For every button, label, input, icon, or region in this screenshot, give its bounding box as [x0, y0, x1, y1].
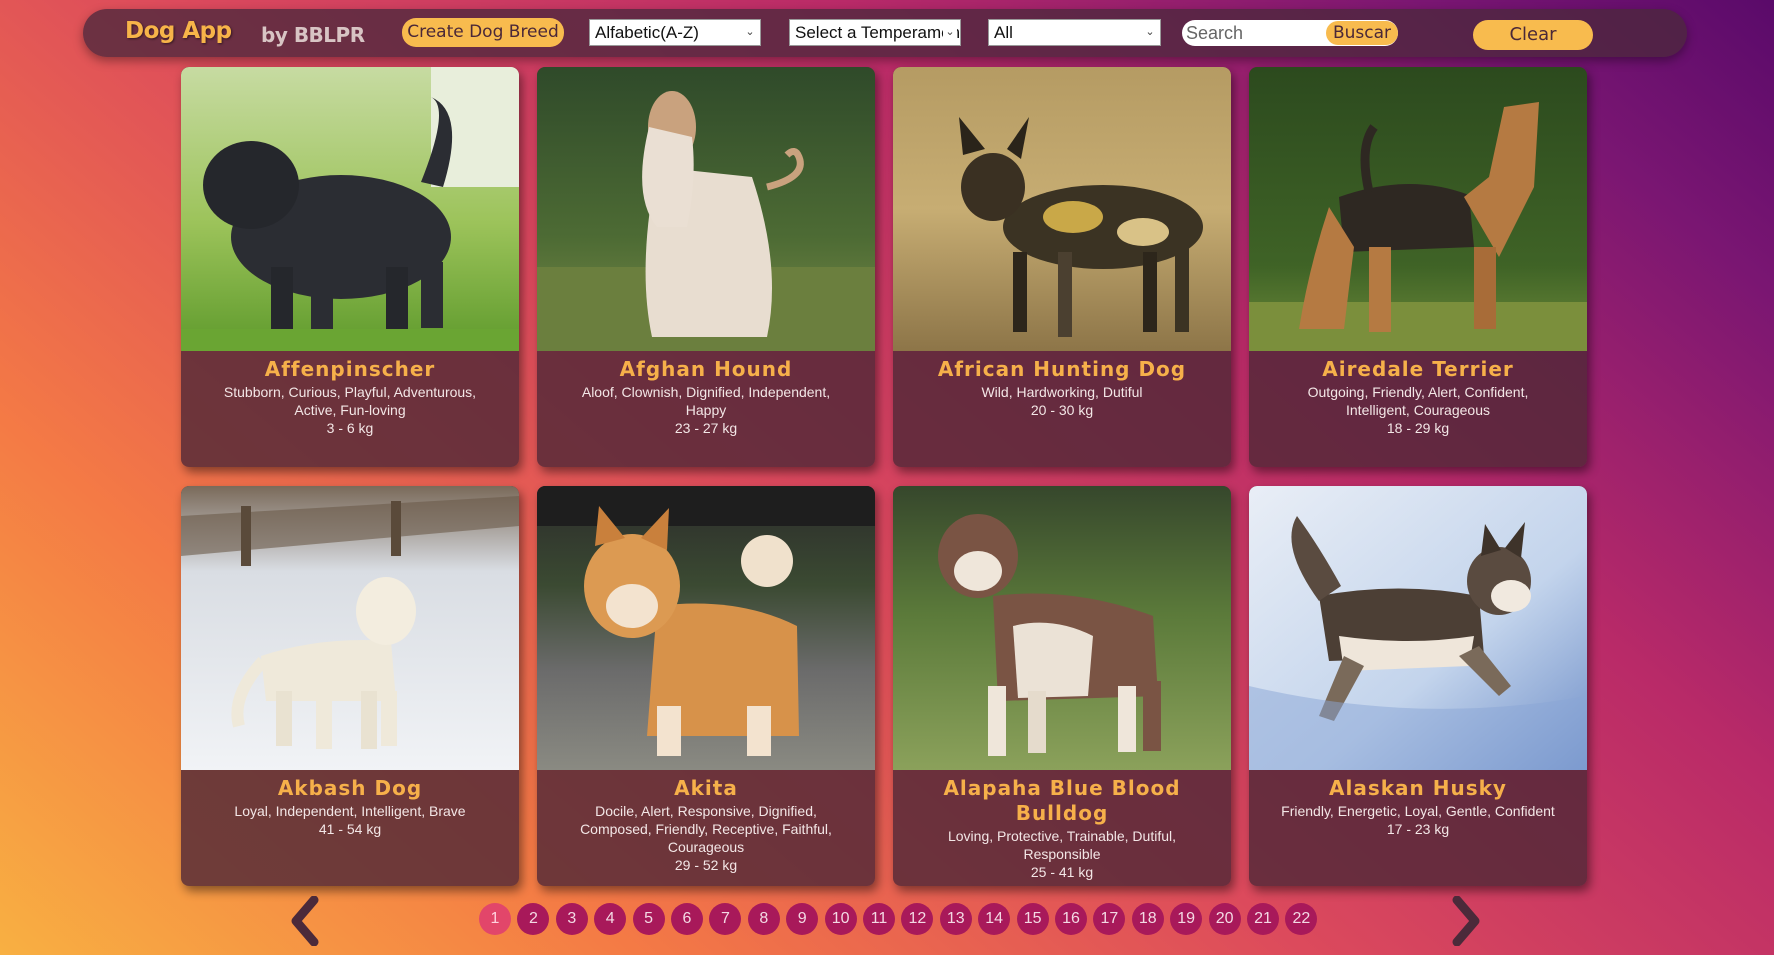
page-button[interactable]: 3	[555, 903, 588, 935]
page-button[interactable]: 2	[517, 903, 550, 935]
dog-temperament: Stubborn, Curious, Playful, Adventurous,…	[223, 384, 477, 418]
chevron-left-icon[interactable]	[284, 895, 324, 947]
dog-temperament: Docile, Alert, Responsive, Dignified, Co…	[580, 803, 832, 855]
order-select[interactable]: Alfabetic(A-Z) ⌄	[589, 19, 761, 46]
page-button[interactable]: 10	[824, 903, 857, 935]
page-button[interactable]: 21	[1247, 903, 1279, 935]
chevron-down-icon: ⌄	[743, 20, 757, 45]
page-button[interactable]: 18	[1131, 903, 1164, 935]
dog-name: Alaskan Husky	[1329, 776, 1507, 800]
page-button[interactable]: 22	[1285, 903, 1318, 935]
page-button[interactable]: 15	[1016, 903, 1049, 935]
dog-weight: 17 - 23 kg	[1386, 821, 1450, 837]
page-button[interactable]: 9	[786, 903, 819, 935]
search-bar: Buscar	[1182, 20, 1398, 46]
dog-card[interactable]: Alapaha Blue Blood Bulldog Loving, Prote…	[893, 486, 1231, 886]
dog-temperament: Wild, Hardworking, Dutiful	[981, 384, 1143, 400]
dog-photo	[893, 486, 1231, 770]
search-input[interactable]	[1186, 20, 1326, 46]
author-byline: by BBLPR	[261, 23, 365, 47]
temperament-select-value: Select a Temperament	[795, 23, 961, 42]
page-button[interactable]: 8	[747, 903, 780, 935]
dog-name: Airedale Terrier	[1322, 357, 1514, 381]
page-button[interactable]: 20	[1208, 903, 1241, 935]
dog-temperament: Outgoing, Friendly, Alert, Confident, In…	[1307, 384, 1529, 418]
dog-name: Alapaha Blue Blood Bulldog	[943, 776, 1181, 825]
chevron-down-icon: ⌄	[943, 20, 957, 45]
navbar: Dog App by BBLPR Create Dog Breed Alfabe…	[83, 9, 1687, 57]
dog-card[interactable]: Akita Docile, Alert, Responsive, Dignifi…	[537, 486, 875, 886]
dog-weight: 41 - 54 kg	[318, 821, 382, 837]
page-button[interactable]: 14	[978, 903, 1011, 935]
page-button[interactable]: 16	[1055, 903, 1087, 935]
app-logo[interactable]: Dog App	[125, 18, 232, 44]
dog-card[interactable]: Afghan Hound Aloof, Clownish, Dignified,…	[537, 67, 875, 467]
search-button[interactable]: Buscar	[1326, 21, 1398, 45]
dog-photo	[537, 67, 875, 351]
dog-weight: 23 - 27 kg	[674, 420, 738, 436]
dog-temperament: Friendly, Energetic, Loyal, Gentle, Conf…	[1281, 803, 1555, 819]
dog-temperament: Loving, Protective, Trainable, Dutiful, …	[947, 828, 1176, 862]
order-select-value: Alfabetic(A-Z)	[595, 23, 699, 42]
dog-name: Afghan Hound	[619, 357, 793, 381]
page-button[interactable]: 6	[671, 903, 703, 935]
page-button[interactable]: 12	[901, 903, 934, 935]
dog-card[interactable]: Affenpinscher Stubborn, Curious, Playful…	[181, 67, 519, 467]
page-button[interactable]: 4	[594, 903, 627, 935]
dog-temperament: Aloof, Clownish, Dignified, Independent,…	[581, 384, 831, 418]
dog-name: Akbash Dog	[277, 776, 423, 800]
dog-photo	[893, 67, 1231, 351]
dog-photo	[181, 67, 519, 351]
page-button[interactable]: 17	[1093, 903, 1126, 935]
source-select[interactable]: All ⌄	[988, 19, 1161, 46]
page-button[interactable]: 11	[863, 903, 895, 935]
dog-name: Affenpinscher	[264, 357, 436, 381]
create-dog-breed-button[interactable]: Create Dog Breed	[402, 18, 564, 47]
dog-photo	[1249, 486, 1587, 770]
dog-photo	[537, 486, 875, 770]
dog-card[interactable]: Akbash Dog Loyal, Independent, Intellige…	[181, 486, 519, 886]
chevron-down-icon: ⌄	[1143, 20, 1157, 45]
source-select-value: All	[994, 23, 1013, 42]
dog-weight: 29 - 52 kg	[674, 857, 738, 873]
page-button[interactable]: 13	[939, 903, 972, 935]
page-button[interactable]: 19	[1170, 903, 1203, 935]
page-button[interactable]: 1	[479, 903, 511, 935]
dog-weight: 18 - 29 kg	[1386, 420, 1450, 436]
dog-name: African Hunting Dog	[937, 357, 1187, 381]
dog-photo	[1249, 67, 1587, 351]
dog-weight: 20 - 30 kg	[1030, 402, 1094, 418]
dog-weight: 3 - 6 kg	[326, 420, 374, 436]
dog-card[interactable]: Airedale Terrier Outgoing, Friendly, Ale…	[1249, 67, 1587, 467]
dog-photo	[181, 486, 519, 770]
clear-button[interactable]: Clear	[1473, 20, 1593, 50]
page-button[interactable]: 5	[632, 903, 665, 935]
dog-weight: 25 - 41 kg	[1030, 864, 1094, 880]
temperament-select[interactable]: Select a Temperament ⌄	[789, 19, 961, 46]
dog-card[interactable]: Alaskan Husky Friendly, Energetic, Loyal…	[1249, 486, 1587, 886]
dog-temperament: Loyal, Independent, Intelligent, Brave	[234, 803, 466, 819]
chevron-right-icon[interactable]	[1447, 895, 1487, 947]
dog-card[interactable]: African Hunting Dog Wild, Hardworking, D…	[893, 67, 1231, 467]
page-button[interactable]: 7	[709, 903, 742, 935]
dog-name: Akita	[674, 776, 738, 800]
